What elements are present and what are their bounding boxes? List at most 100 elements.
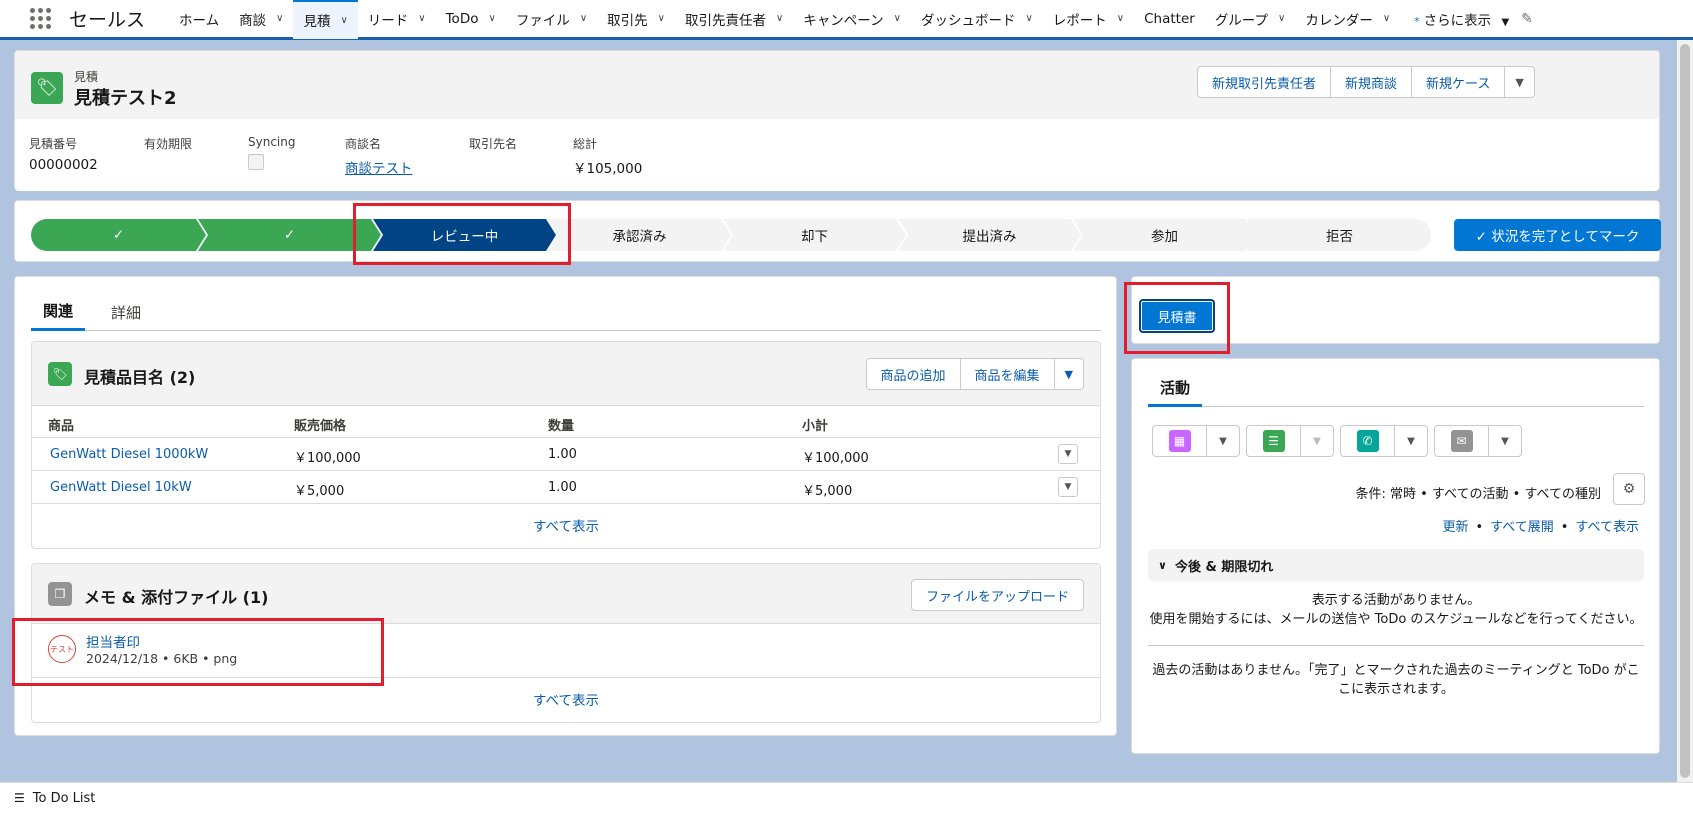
line-items-header: 🏷 見積品目名 (2) 商品の追加 商品を編集 ▼ <box>32 342 1100 406</box>
file-item: テスト 担当者印 2024/12/18 • 6KB • png <box>32 624 1100 678</box>
refresh-link[interactable]: 更新 <box>1442 520 1468 535</box>
file-meta: 2024/12/18 • 6KB • png <box>86 651 238 666</box>
upload-files-button[interactable]: ファイルをアップロード <box>910 579 1084 611</box>
line-items-view-all-link[interactable]: すべて表示 <box>32 504 1100 546</box>
chevron-down-icon[interactable]: ∨ <box>340 15 347 26</box>
app-launcher-icon[interactable] <box>30 7 52 30</box>
notes-view-all-link[interactable]: すべて表示 <box>32 678 1100 720</box>
path-stage[interactable]: ✓ <box>198 219 381 251</box>
path-stage[interactable]: レビュー中 <box>373 219 556 251</box>
path-stage[interactable]: ✓ <box>31 219 206 251</box>
file-name-link[interactable]: 担当者印 <box>86 631 140 651</box>
chevron-down-icon[interactable]: ∨ <box>1025 13 1032 24</box>
row-menu-button[interactable]: ▼ <box>1058 477 1078 497</box>
nav-item[interactable]: 取引先 ∨ <box>597 0 675 39</box>
chevron-down-icon[interactable]: ∨ <box>1117 13 1124 24</box>
nav-item[interactable]: リード ∨ <box>358 0 436 39</box>
opportunity-link[interactable]: 商談テスト <box>345 157 413 177</box>
scrollbar[interactable] <box>1677 40 1693 782</box>
upcoming-overdue-section[interactable]: ∨ 今後 & 期限切れ <box>1148 549 1644 581</box>
nav-item[interactable]: ホーム <box>169 0 229 39</box>
nav-item-label: レポート <box>1052 12 1107 29</box>
global-nav: セールス ホーム 商談 ∨ 見積 ∨ リード ∨ ToDo ∨ ファイル ∨ 取引先 ∨ 取引先責任者 ∨ キ… <box>0 0 1693 40</box>
new-contact-button[interactable]: 新規取引先責任者 <box>1197 66 1332 98</box>
add-product-button[interactable]: 商品の追加 <box>865 358 961 390</box>
notes-attachments-card: ❐ メモ & 添付ファイル (1) ファイルをアップロード テスト 担当者印 2… <box>31 563 1101 723</box>
more-actions-button[interactable]: ▼ <box>1505 66 1535 98</box>
chevron-down-icon[interactable]: ∨ <box>658 13 665 24</box>
nav-item[interactable]: カレンダー ∨ <box>1295 0 1400 39</box>
chevron-down-icon[interactable]: ▼ <box>1395 426 1427 456</box>
message-line: こに表示されます。 <box>1338 682 1454 697</box>
send-email-button[interactable]: ✉ ▼ <box>1434 425 1522 457</box>
field-quote-number: 見積番号 00000002 <box>29 135 98 173</box>
tab-details[interactable]: 詳細 <box>99 293 153 331</box>
edit-nav-icon[interactable]: ✎ <box>1521 11 1533 27</box>
chevron-down-icon[interactable]: ∨ <box>418 13 425 24</box>
record-object-type: 見積 <box>74 70 99 84</box>
chevron-down-icon: ▼ <box>1501 16 1510 28</box>
log-call-button[interactable]: ✆ ▼ <box>1340 425 1428 457</box>
quote-document-button[interactable]: 見積書 <box>1139 299 1215 333</box>
chevron-down-icon[interactable]: ∨ <box>488 13 495 24</box>
chevron-down-icon[interactable]: ∨ <box>580 13 587 24</box>
view-all-link[interactable]: すべて表示 <box>1575 520 1639 535</box>
nav-item[interactable]: ToDo ∨ <box>436 0 506 39</box>
chevron-down-icon[interactable]: ∨ <box>1383 13 1390 24</box>
line-items-actions: 商品の追加 商品を編集 ▼ <box>865 358 1084 390</box>
path-stage[interactable]: 参加 <box>1073 219 1256 251</box>
field-grand-total: 総計 ￥105,000 <box>573 135 642 177</box>
chevron-down-icon[interactable]: ∨ <box>894 13 901 24</box>
gear-icon[interactable]: ⚙ <box>1613 473 1645 505</box>
line-items-menu-button[interactable]: ▼ <box>1054 358 1084 390</box>
table-header: 商品 販売価格 数量 小計 <box>32 406 1100 438</box>
path-stage[interactable]: 却下 <box>723 219 906 251</box>
nav-more-button[interactable]: * さらに表示 ▼ <box>1414 9 1509 29</box>
nav-item[interactable]: キャンペーン ∨ <box>793 0 911 39</box>
chevron-down-icon[interactable]: ∨ <box>276 13 283 24</box>
notes-actions: ファイルをアップロード <box>910 579 1084 611</box>
utility-bar: ☰ To Do List <box>0 782 1693 813</box>
nav-item[interactable]: ダッシュボード ∨ <box>911 0 1043 39</box>
tab-related[interactable]: 関連 <box>31 293 86 331</box>
notes-header: ❐ メモ & 添付ファイル (1) ファイルをアップロード <box>32 564 1100 624</box>
quantity: 1.00 <box>548 480 577 495</box>
nav-item[interactable]: ファイル ∨ <box>506 0 597 39</box>
new-case-button[interactable]: 新規ケース <box>1412 66 1506 98</box>
path-stage[interactable]: 承認済み <box>548 219 731 251</box>
nav-item-label: ホーム <box>179 12 220 29</box>
new-task-button[interactable]: ☰ ▼ <box>1246 425 1334 457</box>
nav-item[interactable]: グループ ∨ <box>1205 0 1296 39</box>
nav-item[interactable]: 見積 ∨ <box>293 0 358 39</box>
mark-complete-button[interactable]: ✓ 状況を完了としてマーク <box>1454 219 1661 251</box>
activity-filters: 条件: 常時 • すべての活動 • すべての種別 <box>1355 487 1601 502</box>
product-link[interactable]: GenWatt Diesel 10kW <box>50 480 192 495</box>
syncing-checkbox <box>248 154 264 170</box>
subtotal: ￥5,000 <box>802 484 853 499</box>
record-title: 見積テスト2 <box>74 88 177 109</box>
chevron-down-icon[interactable]: ∨ <box>776 13 783 24</box>
nav-item[interactable]: 取引先責任者 ∨ <box>675 0 793 39</box>
path-stage[interactable]: 拒否 <box>1248 219 1431 251</box>
tab-activity[interactable]: 活動 <box>1148 371 1203 407</box>
column-header: 小計 <box>802 419 829 434</box>
edit-products-button[interactable]: 商品を編集 <box>960 358 1055 390</box>
scrollbar-thumb[interactable] <box>1680 44 1690 778</box>
chevron-down-icon: ▼ <box>1515 75 1524 89</box>
activity-panel: 活動 ▦ ▼ ☰ ▼ ✆ ▼ ✉ ▼ 条件: 常時 • すべての活動 • すべて… <box>1131 358 1660 754</box>
chevron-down-icon[interactable]: ▼ <box>1207 426 1239 456</box>
expand-all-link[interactable]: すべて展開 <box>1490 520 1554 535</box>
new-event-button[interactable]: ▦ ▼ <box>1152 425 1240 457</box>
nav-item[interactable]: Chatter <box>1134 0 1205 39</box>
chevron-down-icon[interactable]: ∨ <box>1278 13 1285 24</box>
row-menu-button[interactable]: ▼ <box>1058 444 1078 464</box>
chevron-down-icon[interactable]: ▼ <box>1489 426 1521 456</box>
path-stage[interactable]: 提出済み <box>898 219 1081 251</box>
nav-item[interactable]: 商談 ∨ <box>229 0 293 39</box>
todo-list-button[interactable]: To Do List <box>33 791 96 806</box>
field-account: 取引先名 <box>469 135 517 157</box>
nav-item[interactable]: レポート ∨ <box>1043 0 1134 39</box>
calendar-icon: ▦ <box>1168 430 1191 452</box>
new-opportunity-button[interactable]: 新規商談 <box>1331 66 1413 98</box>
product-link[interactable]: GenWatt Diesel 1000kW <box>50 447 208 462</box>
